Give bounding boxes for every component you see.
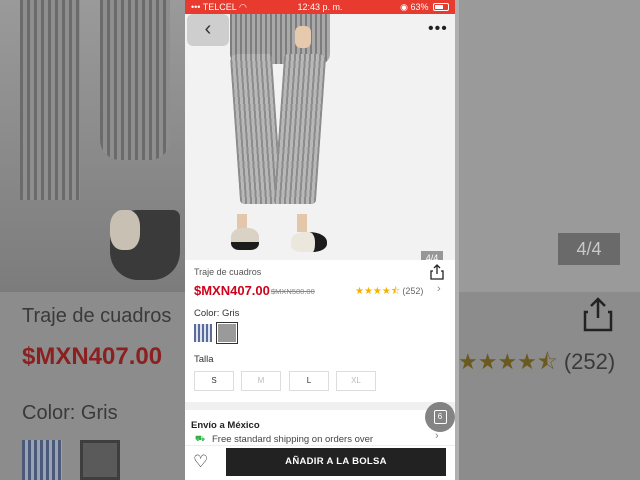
color-swatch-gray[interactable] [216, 322, 238, 344]
add-to-bag-button[interactable]: AÑADIR A LA BOLSA [226, 448, 446, 476]
back-button[interactable]: ‹ [187, 14, 229, 46]
shipping-text: Free standard shipping on orders over [212, 434, 374, 445]
product-image-carousel[interactable]: 4/4 [185, 14, 455, 260]
size-label: Talla [194, 354, 214, 365]
background-share-icon [583, 297, 613, 332]
background-color-label: Color: Gris [22, 402, 118, 424]
product-info: Traje de cuadros $MXN407.00 $MXN580.00 ★… [185, 260, 455, 402]
wishlist-heart-icon[interactable]: ♡ [193, 452, 208, 472]
product-photo [229, 14, 330, 204]
color-label: Color: Gris [194, 308, 240, 319]
size-option-m[interactable]: M [241, 371, 281, 391]
chevron-right-icon[interactable]: › [437, 283, 441, 295]
floating-cart-button[interactable]: 6 [425, 402, 455, 432]
shopping-bag-icon: 6 [433, 410, 447, 424]
background-product-photo [0, 0, 185, 292]
shipping-title: Envío a México [191, 420, 260, 431]
photo-ankle [297, 214, 307, 232]
background-stars: ★★★★⯪ [458, 349, 558, 374]
shipping-section[interactable]: Envío a México ⛟ Free standard shipping … [185, 410, 455, 445]
background-swatch-gray [80, 440, 120, 480]
product-title: Traje de cuadros [194, 267, 262, 277]
screen-edge [455, 0, 459, 480]
rating-count: (252) [402, 286, 424, 296]
product-price: $MXN407.00 [194, 283, 270, 298]
photo-shoe [231, 228, 259, 250]
more-icon: ••• [428, 20, 448, 37]
background-price: $MXN407.00 [22, 343, 163, 370]
size-option-s[interactable]: S [194, 371, 234, 391]
background-title: Traje de cuadros [22, 305, 172, 327]
lock-rotation-icon: ◉ [400, 2, 408, 12]
battery-icon [433, 3, 449, 11]
truck-icon: ⛟ [195, 434, 206, 443]
color-swatch-blue[interactable] [194, 324, 212, 342]
rating-summary[interactable]: ★★★★⯪ (252) [355, 284, 423, 301]
background-rating: ★★★★⯪ (252) [458, 345, 615, 383]
original-price: $MXN580.00 [271, 287, 315, 296]
photo-hand [295, 26, 311, 48]
battery-percent: 63% [410, 2, 429, 12]
battery-status: ◉ 63% [400, 2, 449, 13]
photo-shoe [291, 232, 327, 252]
more-options-button[interactable]: ••• [428, 20, 448, 38]
background-pant-leg [100, 0, 170, 160]
background-rating-count: (252) [563, 349, 616, 374]
background-image-counter: 4/4 [558, 233, 620, 265]
image-counter: 4/4 [421, 251, 443, 260]
size-option-l[interactable]: L [289, 371, 329, 391]
photo-pant-leg [273, 54, 327, 204]
star-icons: ★★★★⯪ [355, 286, 401, 297]
background-shoe-cap [110, 210, 140, 250]
phone-screen: ••• TELCEL ◠ 12:43 p. m. ◉ 63% 4/4 ‹ •••… [185, 0, 455, 480]
section-divider [185, 402, 455, 410]
background-swatch-blue [22, 440, 62, 480]
background-pant-leg [20, 0, 80, 200]
background-shoe [110, 210, 180, 280]
cart-count: 6 [437, 412, 443, 421]
bottom-action-bar: ♡ AÑADIR A LA BOLSA [185, 445, 455, 480]
share-icon[interactable] [430, 264, 444, 280]
size-option-xl[interactable]: XL [336, 371, 376, 391]
chevron-left-icon: ‹ [204, 18, 212, 40]
status-bar: ••• TELCEL ◠ 12:43 p. m. ◉ 63% [185, 0, 455, 14]
